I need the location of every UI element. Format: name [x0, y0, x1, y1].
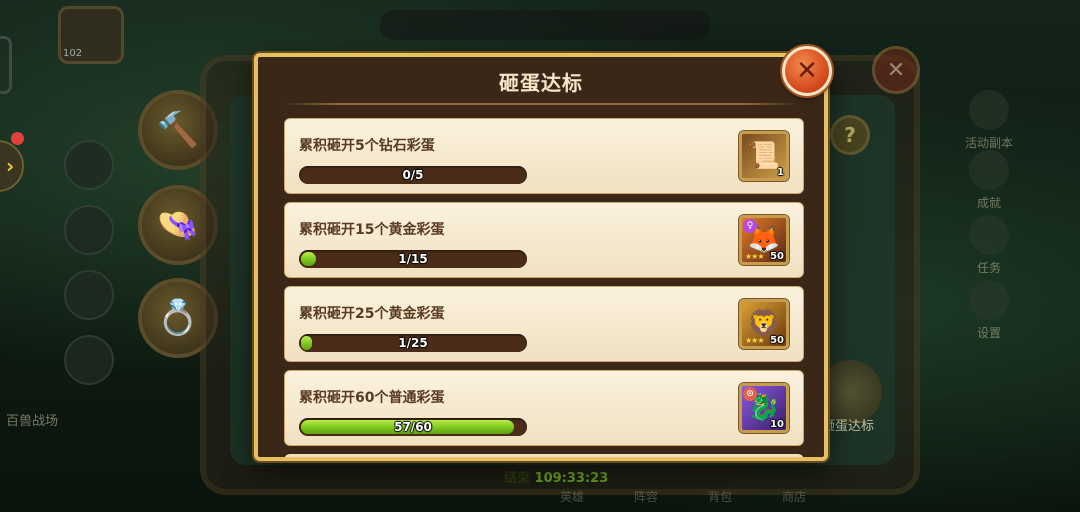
- end-label: 结束: [504, 471, 531, 486]
- task-label: 累积砸开60个普通彩蛋: [299, 390, 445, 406]
- close-icon: ✕: [796, 56, 818, 86]
- left-edge-tab[interactable]: [0, 36, 12, 94]
- progress-text: 1/25: [398, 336, 428, 350]
- progress-text: 57/60: [394, 420, 432, 434]
- right-menu-quest[interactable]: 任务: [958, 215, 1020, 276]
- event-panel-close-icon[interactable]: ✕: [872, 46, 920, 94]
- player-avatar[interactable]: 102: [58, 6, 124, 64]
- bottom-tab[interactable]: 背包: [708, 488, 732, 512]
- progress-bar: 57/60: [299, 418, 527, 436]
- close-button[interactable]: ✕: [782, 46, 832, 96]
- right-menu-label: 任务: [976, 261, 1001, 275]
- dragon-pet-icon[interactable]: ⊙ 🐉 10: [739, 383, 789, 433]
- chevron-right-icon: ›: [6, 154, 15, 178]
- right-menu-achievement[interactable]: 成就: [958, 150, 1020, 211]
- chest-icon[interactable]: 📜 1: [739, 131, 789, 181]
- task-row: 累积砸开5个钻石彩蛋 0/5 📜 1: [284, 118, 804, 194]
- right-menu-label: 成就: [976, 196, 1001, 210]
- right-menu-activity[interactable]: 活动副本: [958, 90, 1020, 151]
- progress-bar: 1/25: [299, 334, 527, 352]
- event-end-timer: 结束 109:33:23: [504, 467, 608, 486]
- task-row: 累积砸开15个黄金彩蛋 1/15 ♀ 🦊 ★★★ 50: [284, 202, 804, 278]
- hero-warrior-icon[interactable]: 🦁 ★★★ 50: [739, 299, 789, 349]
- right-menu-label: 活动副本: [964, 136, 1013, 150]
- friends-icon[interactable]: [64, 270, 114, 320]
- notification-dot: [11, 132, 24, 145]
- task-row-partial: [284, 454, 804, 457]
- bottom-tab[interactable]: 商店: [782, 488, 806, 512]
- player-level: 102: [63, 48, 83, 59]
- progress-text: 0/5: [402, 168, 424, 182]
- dialog-title: 砸蛋达标: [499, 71, 583, 95]
- hero-fox-icon[interactable]: ♀ 🦊 ★★★ 50: [739, 215, 789, 265]
- progress-text: 1/15: [398, 252, 428, 266]
- task-row: 累积砸开25个黄金彩蛋 1/25 🦁 ★★★ 50: [284, 286, 804, 362]
- progress-bar: 0/5: [299, 166, 527, 184]
- reward-count: 1: [777, 167, 784, 178]
- star-rating: ★★★: [745, 252, 764, 261]
- reward-glyph: 📜: [747, 141, 781, 171]
- element-tag-icon: ⊙: [743, 387, 757, 401]
- bottom-tab[interactable]: 阵容: [634, 488, 658, 512]
- trophy-icon: [969, 150, 1009, 190]
- reward-count: 50: [770, 335, 784, 346]
- task-row: 累积砸开60个普通彩蛋 57/60 ⊙ 🐉 10: [284, 370, 804, 446]
- chat-icon[interactable]: [64, 140, 114, 190]
- egg-badge-label: 砸蛋达标: [822, 419, 875, 434]
- task-label: 累积砸开15个黄金彩蛋: [299, 222, 445, 238]
- top-currency-bar: [380, 10, 710, 40]
- task-label: 累积砸开25个黄金彩蛋: [299, 306, 445, 322]
- egg-milestone-dialog: 砸蛋达标 累积砸开5个钻石彩蛋 0/5 📜 1 累积砸开15个黄金彩蛋 1/15…: [254, 53, 828, 461]
- task-list: 累积砸开5个钻石彩蛋 0/5 📜 1 累积砸开15个黄金彩蛋 1/15 ♀ 🦊 …: [284, 118, 804, 454]
- mail-icon[interactable]: [64, 205, 114, 255]
- reward-count: 10: [770, 419, 784, 430]
- help-icon[interactable]: ?: [830, 115, 870, 155]
- bottom-tab[interactable]: 英雄: [560, 488, 584, 512]
- guild-icon[interactable]: [64, 335, 114, 385]
- end-time: 109:33:23: [534, 471, 609, 486]
- gear-icon: [969, 280, 1009, 320]
- star-rating: ★★★: [745, 336, 764, 345]
- right-menu-settings[interactable]: 设置: [958, 280, 1020, 341]
- quest-icon: [969, 215, 1009, 255]
- title-divider: [284, 103, 798, 105]
- task-label: 累积砸开5个钻石彩蛋: [299, 138, 435, 154]
- bottom-tab-bar: 英雄 阵容 背包 商店: [560, 488, 860, 512]
- activity-icon: [969, 90, 1009, 130]
- right-menu-label: 设置: [976, 326, 1001, 340]
- progress-bar: 1/15: [299, 250, 527, 268]
- left-caption: 百兽战场: [6, 414, 59, 429]
- reward-count: 50: [770, 251, 784, 262]
- female-tag-icon: ♀: [743, 219, 757, 233]
